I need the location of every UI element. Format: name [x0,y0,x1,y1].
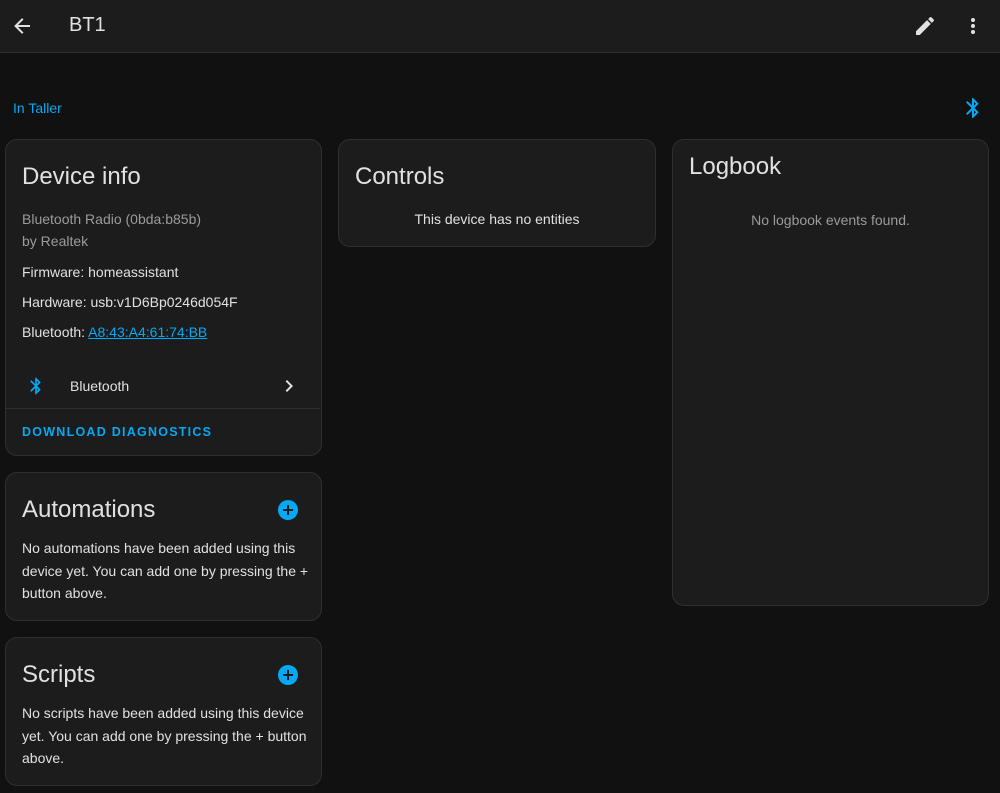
automations-title: Automations [22,496,156,523]
bluetooth-line: Bluetooth: A8:43:A4:61:74:BB [22,321,207,343]
device-info-card: Device info Bluetooth Radio (0bda:b85b) … [5,139,322,456]
page-title: BT1 [69,14,106,36]
automations-card: Automations No automations have been add… [5,472,322,621]
edit-button[interactable] [903,4,947,48]
card-divider [6,408,320,409]
overflow-menu-button[interactable] [951,4,995,48]
chevron-right-icon [277,374,301,398]
scripts-card: Scripts No scripts have been added using… [5,637,322,786]
bluetooth-mac-link[interactable]: A8:43:A4:61:74:BB [88,324,207,340]
add-automation-button[interactable] [276,498,300,522]
integration-row-bluetooth[interactable]: Bluetooth [6,366,320,406]
scripts-empty-text: No scripts have been added using this de… [22,705,307,766]
integration-logo[interactable] [961,95,985,121]
top-app-bar: BT1 [0,0,1000,53]
area-link[interactable]: In Taller [13,98,62,118]
device-manufacturer: by Realtek [22,233,89,249]
pencil-icon [916,16,935,35]
bluetooth-label: Bluetooth: [22,324,89,340]
logbook-card: Logbook No logbook events found. [672,139,989,606]
download-diagnostics-button[interactable]: Download diagnostics [22,420,212,444]
automations-empty-text: No automations have been added using thi… [22,540,309,601]
firmware-line: Firmware: homeassistant [22,261,178,283]
bluetooth-icon [26,374,46,398]
hardware-label: Hardware: [22,294,91,310]
dots-vertical-icon [971,18,975,34]
logbook-title: Logbook [689,153,782,180]
hardware-value: usb:v1D6Bp0246d054F [90,294,238,310]
device-model: Bluetooth Radio (0bda:b85b) [22,211,202,227]
back-button[interactable] [0,4,44,48]
firmware-value: homeassistant [88,264,179,280]
scripts-title: Scripts [22,661,96,688]
controls-empty-text: This device has no entities [414,211,580,227]
arrow-left-icon [14,18,30,34]
plus-circle-icon [278,665,298,685]
controls-title: Controls [355,163,445,190]
device-info-title: Device info [22,163,141,190]
firmware-label: Firmware: [22,264,89,280]
bluetooth-icon [966,98,979,118]
plus-circle-icon [278,500,298,520]
add-script-button[interactable] [276,663,300,687]
logbook-empty-text: No logbook events found. [751,212,910,228]
integration-label: Bluetooth [70,378,130,394]
hardware-line: Hardware: usb:v1D6Bp0246d054F [22,291,238,313]
controls-card: Controls This device has no entities [338,139,656,247]
